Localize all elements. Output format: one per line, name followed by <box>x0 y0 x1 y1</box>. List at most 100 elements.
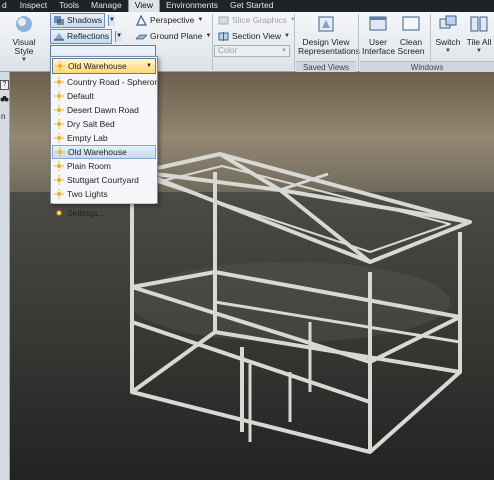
settings-icon <box>56 210 62 216</box>
sun-icon <box>54 91 64 101</box>
tile-all-button[interactable]: Tile All ▼ <box>464 14 494 56</box>
environment-current-label: Old Warehouse <box>68 61 127 71</box>
tab-inspect[interactable]: Inspect <box>14 0 53 12</box>
environment-item[interactable]: Stuttgart Courtyard <box>51 173 157 187</box>
tab-get-started[interactable]: Get Started <box>224 0 279 12</box>
sun-icon <box>54 133 64 143</box>
tile-all-icon <box>470 16 488 32</box>
reflections-dropdown-arrow[interactable]: ▼ <box>115 31 123 42</box>
environment-item[interactable]: Default <box>51 89 157 103</box>
environment-item[interactable]: Two Lights <box>51 187 157 201</box>
clean-screen-label-line2: Screen <box>397 46 425 56</box>
user-interface-label-line2: Interface <box>362 46 396 56</box>
sun-icon <box>54 77 64 87</box>
environment-dropdown-menu[interactable]: Old Warehouse ▼ Country Road - SpheronVR… <box>50 56 158 218</box>
windows-group-label: Windows <box>360 61 494 72</box>
help-icon[interactable]: ? <box>0 80 9 90</box>
environment-list: Country Road - SpheronVR Default Desert Da… <box>51 75 157 201</box>
environment-item[interactable]: Old Warehouse <box>52 145 156 159</box>
switch-label: Switch <box>435 37 461 47</box>
visual-style-label: Visual Style <box>12 37 36 56</box>
tab-manage[interactable]: Manage <box>85 0 128 12</box>
panel-label: n <box>1 112 6 121</box>
chevron-down-icon: ▼ <box>445 48 451 54</box>
sun-icon <box>55 61 65 71</box>
chevron-down-icon: ▼ <box>281 48 287 54</box>
environment-current-selection[interactable]: Old Warehouse ▼ <box>52 58 156 74</box>
shadows-icon <box>54 16 64 25</box>
reflections-button[interactable]: Reflections ▼ <box>50 29 123 44</box>
tab-d[interactable]: d <box>0 0 14 12</box>
sun-icon <box>54 175 64 185</box>
perspective-button[interactable]: Perspective ▼ <box>136 14 203 27</box>
shadows-button[interactable]: Shadows ▼ <box>50 13 115 28</box>
left-panel: ? n <box>0 72 10 480</box>
ground-plane-button[interactable]: Ground Plane ▼ <box>136 30 211 43</box>
switch-icon <box>439 15 457 29</box>
environment-settings-label: Settings... <box>67 208 105 218</box>
environment-item-label: Old Warehouse <box>68 147 127 157</box>
design-view-representations-button[interactable]: Design View Representations <box>298 14 360 56</box>
reflections-icon <box>54 33 64 41</box>
tab-environments[interactable]: Environments <box>160 0 224 12</box>
saved-views-group-label: Saved Views <box>296 61 356 72</box>
clean-screen-icon <box>402 16 420 31</box>
user-interface-icon <box>369 16 387 31</box>
color-select[interactable]: Color ▼ <box>214 45 290 57</box>
reflections-toggle[interactable]: Reflections <box>50 29 113 44</box>
slice-graphics-button[interactable]: Slice Graphics ▼ <box>218 14 296 27</box>
shadows-label: Shadows <box>67 15 102 25</box>
environment-item[interactable]: Plain Room <box>51 159 157 173</box>
sun-icon <box>55 147 65 157</box>
chevron-down-icon: ▼ <box>476 48 482 54</box>
slice-graphics-icon <box>218 16 229 25</box>
chevron-down-icon: ▼ <box>21 57 27 63</box>
chevron-down-icon: ▼ <box>205 33 212 39</box>
ground-plane-icon <box>136 34 147 40</box>
sun-icon <box>54 105 64 115</box>
design-view-icon <box>318 16 334 32</box>
sun-icon <box>54 189 64 199</box>
chevron-down-icon: ▼ <box>283 33 290 39</box>
tab-view[interactable]: View <box>127 0 160 12</box>
clean-screen-button[interactable]: Clean Screen <box>396 14 426 56</box>
shadows-dropdown-arrow[interactable]: ▼ <box>107 15 115 26</box>
sun-icon <box>54 119 64 129</box>
environment-item[interactable]: Empty Lab <box>51 131 157 145</box>
ground-plane-label: Ground Plane <box>150 31 203 41</box>
tile-all-label: Tile All <box>466 37 492 47</box>
switch-button[interactable]: Switch ▼ <box>434 14 462 56</box>
reflections-label: Reflections <box>67 31 110 41</box>
perspective-label: Perspective <box>150 15 195 25</box>
menu-divider <box>53 203 155 204</box>
environment-item[interactable]: Desert Dawn Road <box>51 103 157 117</box>
menu-tab-bar: d Inspect Tools Manage View Environments… <box>0 0 494 12</box>
slice-graphics-label: Slice Graphics <box>232 15 287 25</box>
environment-item-label: Dry Salt Bed <box>67 119 115 129</box>
perspective-icon <box>136 15 147 26</box>
environment-item-label: Desert Dawn Road <box>67 105 139 115</box>
ribbon-separator <box>358 14 359 70</box>
ribbon-separator <box>212 14 213 70</box>
environment-item[interactable]: Country Road - SpheronVR <box>51 75 157 89</box>
environment-settings-item[interactable]: Settings... <box>51 206 157 220</box>
environment-item-label: Two Lights <box>67 189 108 199</box>
shadows-toggle[interactable]: Shadows <box>50 13 105 28</box>
tab-tools[interactable]: Tools <box>53 0 85 12</box>
binoculars-icon[interactable] <box>0 94 9 103</box>
chevron-down-icon: ▼ <box>146 63 152 69</box>
environment-item-label: Default <box>67 91 94 101</box>
sun-icon <box>54 161 64 171</box>
environment-item-label: Plain Room <box>67 161 111 171</box>
environment-item-label: Empty Lab <box>67 133 108 143</box>
design-view-label-line2: Representations <box>298 46 360 56</box>
environment-item-label: Stuttgart Courtyard <box>67 175 139 185</box>
user-interface-button[interactable]: User Interface <box>362 14 396 56</box>
section-view-label: Section View <box>232 31 281 41</box>
environment-item-label: Country Road - SpheronVR <box>67 77 157 87</box>
environment-item[interactable]: Dry Salt Bed <box>51 117 157 131</box>
visual-style-icon <box>16 16 32 32</box>
section-view-button[interactable]: Section View ▼ <box>218 30 290 43</box>
visual-style-button[interactable]: Visual Style ▼ <box>2 14 46 65</box>
chevron-down-icon: ▼ <box>197 17 204 23</box>
